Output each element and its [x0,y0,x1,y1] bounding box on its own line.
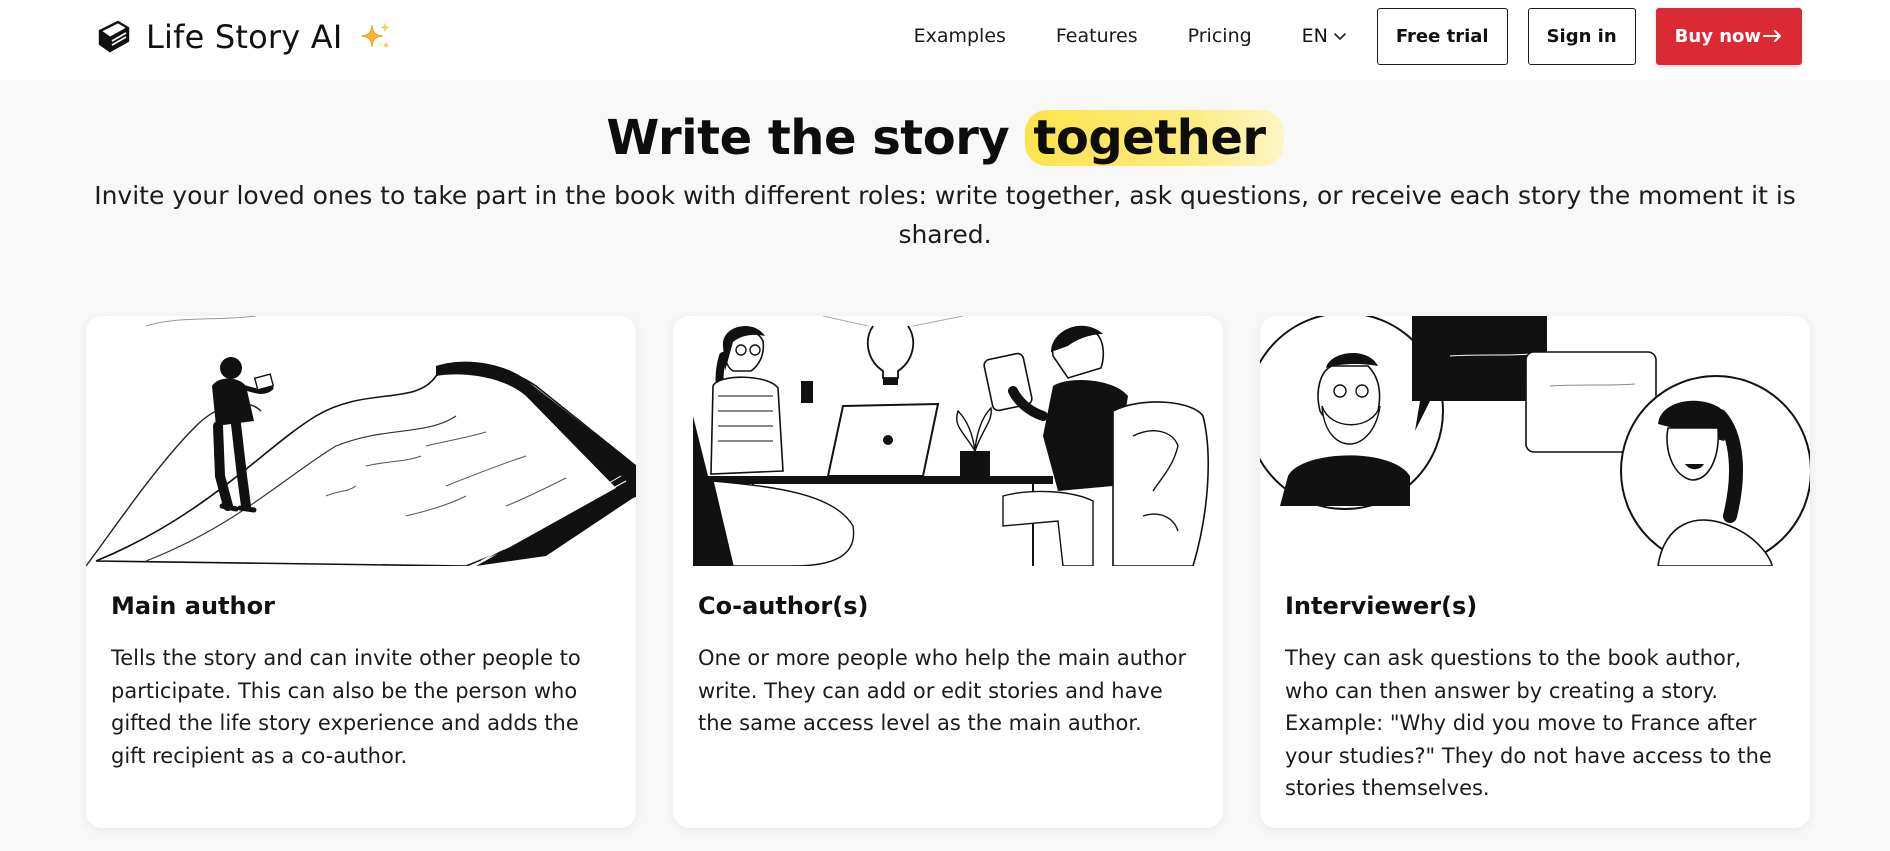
section-subtitle: Invite your loved ones to take part in t… [94,181,1796,249]
section-title: Write the story together [0,110,1890,166]
language-label: EN [1301,25,1328,47]
free-trial-button[interactable]: Free trial [1376,7,1508,65]
role-card-co-authors: Co-author(s) One or more people who help… [673,316,1223,828]
free-trial-label: Free trial [1395,25,1489,47]
role-card-interviewers: Interviewer(s) They can ask questions to… [1260,316,1810,828]
person-walking-on-open-book-illustration [86,316,636,566]
card-description: One or more people who help the main aut… [698,646,1187,735]
sign-in-button[interactable]: Sign in [1527,7,1636,65]
chevron-down-icon [1334,33,1346,40]
two-people-writing-at-desk-illustration [673,316,1223,566]
card-title: Main author [111,592,275,620]
card-description: They can ask questions to the book autho… [1285,646,1772,800]
nav-link-features[interactable]: Features [1056,25,1138,47]
arrow-right-icon [1763,30,1781,42]
site-header: Life Story AI Examples Features Pricing … [0,0,1890,80]
two-people-chatting-illustration [1260,316,1810,566]
title-highlight: together [1025,110,1284,166]
sparkles-icon [361,22,391,49]
book-icon [98,20,130,53]
brand-logo-link[interactable]: Life Story AI [94,14,394,60]
sign-in-label: Sign in [1546,25,1617,47]
buy-now-label: Buy now [1674,25,1761,47]
nav-link-pricing[interactable]: Pricing [1188,25,1252,47]
card-description: Tells the story and can invite other peo… [111,646,581,768]
buy-now-button[interactable]: Buy now [1655,7,1802,65]
card-title: Interviewer(s) [1285,592,1478,620]
title-prefix: Write the story [606,110,1026,166]
language-selector[interactable]: EN [1302,25,1347,47]
card-title: Co-author(s) [698,592,869,620]
role-card-main-author: Main author Tells the story and can invi… [86,316,636,828]
brand-name: Life Story AI [146,18,343,56]
main-nav: Examples Features Pricing EN Free trial … [914,7,1802,65]
nav-link-examples[interactable]: Examples [914,25,1006,47]
